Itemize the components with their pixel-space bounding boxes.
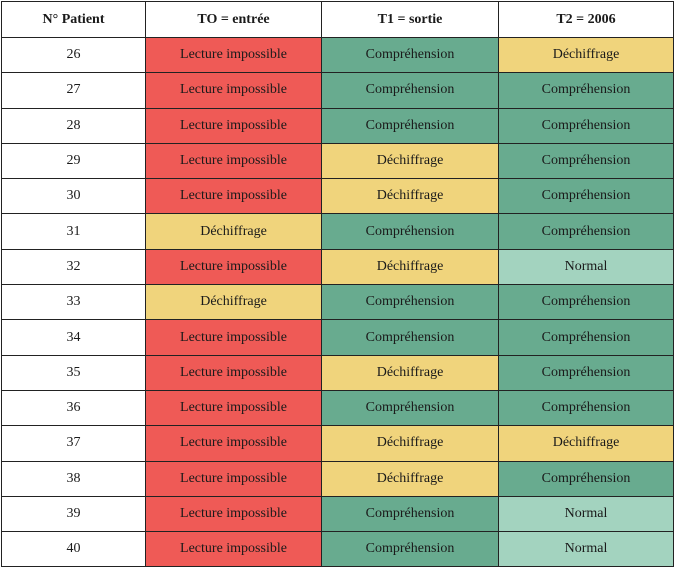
t2-status-cell: Normal [498, 495, 674, 533]
table-row: 33 Déchiffrage Compréhension Compréhension [1, 284, 674, 321]
table-row: 29 Lecture impossible Déchiffrage Compréhen… [1, 142, 674, 180]
t0-status-cell: Lecture impossible [145, 248, 322, 286]
table-row: 36 Lecture impossible Compréhension Compréh… [1, 389, 674, 427]
t0-status-cell: Lecture impossible [145, 460, 322, 497]
t2-status-cell: Normal [498, 248, 674, 286]
t1-status-cell: Compréhension [321, 213, 499, 250]
patient-number-cell: 29 [1, 142, 146, 180]
patient-number-cell: 35 [1, 354, 146, 391]
t1-status-cell: Compréhension [321, 107, 499, 144]
t0-status-cell: Lecture impossible [145, 107, 322, 144]
t1-status-cell: Compréhension [321, 284, 499, 321]
t0-status-cell: Lecture impossible [145, 354, 322, 391]
t2-status-cell: Déchiffrage [498, 36, 674, 74]
table-row: 31 Déchiffrage Compréhension Compréhension [1, 213, 674, 250]
t1-status-cell: Compréhension [321, 495, 499, 533]
patient-number-cell: 39 [1, 495, 146, 533]
header-row: N° Patient TO = entrée T1 = sortie T2 = … [1, 1, 674, 38]
t0-status-cell: Lecture impossible [145, 178, 322, 215]
t2-status-cell: Compréhension [498, 142, 674, 180]
t0-status-cell: Lecture impossible [145, 495, 322, 533]
table-row: 35 Lecture impossible Déchiffrage Compréhen… [1, 354, 674, 391]
patient-number-cell: 36 [1, 389, 146, 427]
table-row: 28 Lecture impossible Compréhension Compréh… [1, 107, 674, 144]
patient-number-cell: 33 [1, 284, 146, 321]
patient-reading-table: N° Patient TO = entrée T1 = sortie T2 = … [1, 1, 674, 568]
patient-number-cell: 34 [1, 319, 146, 356]
t1-status-cell: Déchiffrage [321, 425, 499, 462]
t1-status-cell: Déchiffrage [321, 142, 499, 180]
table-row: 40 Lecture impossible Compréhension Normal [1, 531, 674, 568]
table-row: 26 Lecture impossible Compréhension Déchiff… [1, 36, 674, 74]
patient-number-cell: 37 [1, 425, 146, 462]
table-row: 39 Lecture impossible Compréhension Normal [1, 495, 674, 533]
t0-status-cell: Lecture impossible [145, 425, 322, 462]
t2-status-cell: Compréhension [498, 107, 674, 144]
t0-status-cell: Déchiffrage [145, 284, 322, 321]
table-row: 27 Lecture impossible Compréhension Compréh… [1, 72, 674, 109]
t1-status-cell: Compréhension [321, 36, 499, 74]
t1-status-cell: Déchiffrage [321, 354, 499, 391]
patient-number-cell: 40 [1, 531, 146, 568]
patient-number-cell: 30 [1, 178, 146, 215]
t0-status-cell: Lecture impossible [145, 531, 322, 568]
t2-status-cell: Compréhension [498, 389, 674, 427]
header-t2: T2 = 2006 [498, 1, 674, 38]
t0-status-cell: Lecture impossible [145, 142, 322, 180]
t2-status-cell: Compréhension [498, 354, 674, 391]
t2-status-cell: Compréhension [498, 460, 674, 497]
t1-status-cell: Compréhension [321, 531, 499, 568]
table-row: 34 Lecture impossible Compréhension Compréh… [1, 319, 674, 356]
patient-number-cell: 26 [1, 36, 146, 74]
header-t0: TO = entrée [145, 1, 322, 38]
t0-status-cell: Lecture impossible [145, 389, 322, 427]
table-row: 30 Lecture impossible Déchiffrage Compréhen… [1, 178, 674, 215]
t1-status-cell: Déchiffrage [321, 460, 499, 497]
t1-status-cell: Compréhension [321, 72, 499, 109]
t0-status-cell: Lecture impossible [145, 36, 322, 74]
header-patient: N° Patient [1, 1, 146, 38]
t2-status-cell: Compréhension [498, 284, 674, 321]
t0-status-cell: Lecture impossible [145, 72, 322, 109]
table-row: 32 Lecture impossible Déchiffrage Normal [1, 248, 674, 286]
t2-status-cell: Compréhension [498, 319, 674, 356]
t0-status-cell: Déchiffrage [145, 213, 322, 250]
t2-status-cell: Compréhension [498, 213, 674, 250]
t2-status-cell: Compréhension [498, 72, 674, 109]
patient-number-cell: 31 [1, 213, 146, 250]
t2-status-cell: Compréhension [498, 178, 674, 215]
table-row: 38 Lecture impossible Déchiffrage Compréhen… [1, 460, 674, 497]
table-body: 26 Lecture impossible Compréhension Déchiff… [1, 36, 674, 568]
t1-status-cell: Déchiffrage [321, 178, 499, 215]
t2-status-cell: Normal [498, 531, 674, 568]
patient-number-cell: 32 [1, 248, 146, 286]
t2-status-cell: Déchiffrage [498, 425, 674, 462]
table-row: 37 Lecture impossible Déchiffrage Déchiffra… [1, 425, 674, 462]
patient-number-cell: 38 [1, 460, 146, 497]
t0-status-cell: Lecture impossible [145, 319, 322, 356]
t1-status-cell: Compréhension [321, 319, 499, 356]
patient-number-cell: 28 [1, 107, 146, 144]
t1-status-cell: Compréhension [321, 389, 499, 427]
t1-status-cell: Déchiffrage [321, 248, 499, 286]
header-t1: T1 = sortie [321, 1, 499, 38]
patient-number-cell: 27 [1, 72, 146, 109]
